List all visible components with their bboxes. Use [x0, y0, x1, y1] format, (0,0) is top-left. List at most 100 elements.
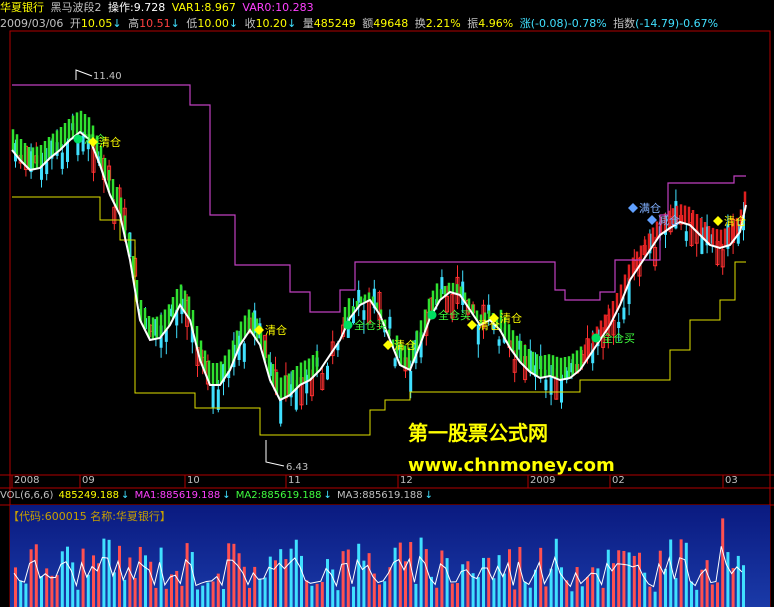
volume-bar — [24, 583, 28, 607]
signal-label: 满仓 — [639, 201, 661, 215]
volume-bar — [268, 556, 272, 607]
volume-bar — [159, 547, 163, 607]
watermark-title: 第一股票公式网 — [408, 421, 548, 445]
candle-body — [497, 339, 501, 346]
position-signal-icon — [628, 203, 638, 213]
volume-bar — [138, 546, 142, 607]
volume-bar — [144, 555, 147, 607]
signal-label: 全仓买 — [602, 331, 635, 345]
volume-bar — [528, 587, 532, 607]
volume-bar — [679, 539, 683, 607]
volume-bar — [632, 555, 636, 607]
volume-bar — [648, 586, 652, 607]
candle-body — [294, 388, 298, 410]
volume-bar — [534, 569, 537, 607]
volume-bar — [227, 543, 231, 607]
candle-body — [617, 321, 621, 329]
volume-bar — [336, 590, 340, 607]
signal-label: 清仓 — [99, 135, 121, 149]
volume-bar — [409, 542, 413, 607]
volume-bar — [716, 582, 719, 607]
volume-bar — [320, 581, 324, 607]
volume-bar — [606, 549, 610, 607]
volume-bar — [419, 537, 423, 607]
volume-bar — [544, 586, 548, 607]
volume-bar — [34, 544, 38, 607]
volume-bar — [622, 550, 626, 607]
volume-ma2: MA2:885619.188 — [235, 490, 322, 501]
volume-bar — [190, 552, 194, 607]
signal-label: 清仓 — [500, 311, 522, 325]
volume-bar — [731, 568, 735, 607]
volume-bar — [300, 555, 303, 607]
volume-bar — [466, 561, 470, 607]
volume-bar — [112, 572, 116, 607]
volume-bar — [580, 586, 584, 607]
volume-bar — [19, 580, 23, 607]
volume-bar — [222, 588, 225, 607]
volume-bar — [76, 589, 80, 607]
volume-bar — [695, 589, 699, 607]
volume-bar — [664, 568, 667, 607]
volume-bar — [357, 543, 361, 607]
candle-body — [388, 316, 392, 329]
volume-bar — [71, 562, 75, 607]
candle-body — [326, 365, 329, 380]
signal-label: 减仓 — [658, 213, 680, 227]
volume-bar — [424, 549, 428, 607]
volume-bar — [487, 557, 491, 607]
volume-bar — [726, 552, 730, 607]
volume-bar — [742, 565, 745, 607]
volume-bar — [154, 587, 158, 607]
candle-body — [279, 399, 283, 424]
volume-bar — [684, 542, 688, 607]
volume-bar — [310, 585, 314, 607]
signal-label: 清仓 — [394, 338, 416, 352]
candle-body — [409, 370, 413, 392]
volume-bar — [133, 577, 137, 607]
volume-header: VOL(6,6,6) 485249.188 ↓ MA1:885619.188 ↓ M… — [0, 490, 434, 501]
date-tick-label: 09 — [82, 475, 95, 486]
candle-body — [60, 152, 64, 169]
date-tick-label: 02 — [612, 475, 625, 486]
volume-bar — [523, 581, 527, 607]
candle-body — [76, 141, 80, 156]
volume-bar — [201, 585, 205, 607]
volume-bar — [508, 549, 511, 607]
volume-bar — [497, 555, 501, 607]
buy-signal-icon — [343, 320, 353, 330]
date-tick-label: 03 — [725, 475, 738, 486]
volume-bar — [258, 578, 262, 607]
volume-bar — [86, 574, 90, 607]
buy-signal-icon — [427, 310, 437, 320]
volume-bar — [586, 577, 589, 607]
high-price-label: 11.40 — [93, 71, 122, 82]
volume-bar — [445, 558, 449, 607]
volume-bar — [40, 576, 43, 607]
date-tick-label: 11 — [288, 475, 301, 486]
volume-bar — [352, 586, 355, 607]
volume-bar — [653, 591, 657, 607]
volume-bar — [185, 543, 189, 607]
volume-bar — [456, 582, 459, 607]
volume-bar — [617, 550, 621, 607]
volume-value: 485249.188 — [58, 490, 119, 501]
volume-bar — [164, 588, 168, 607]
signal-label: 清仓 — [265, 323, 287, 337]
volume-bar — [565, 580, 569, 607]
candle-body — [684, 231, 688, 241]
volume-bar — [736, 555, 740, 607]
signal-label: 清仓 — [724, 214, 746, 228]
volume-bar — [502, 573, 506, 607]
volume-bar — [440, 550, 444, 607]
volume-bar — [107, 539, 111, 607]
volume-bar — [700, 569, 704, 607]
volume-bar — [367, 553, 371, 607]
volume-bar — [211, 581, 215, 607]
volume-bar — [315, 583, 319, 607]
candle-body — [544, 379, 548, 391]
volume-bar — [710, 584, 714, 607]
volume-bar — [237, 553, 241, 607]
volume-bar — [658, 550, 662, 607]
volume-bar — [554, 538, 558, 607]
